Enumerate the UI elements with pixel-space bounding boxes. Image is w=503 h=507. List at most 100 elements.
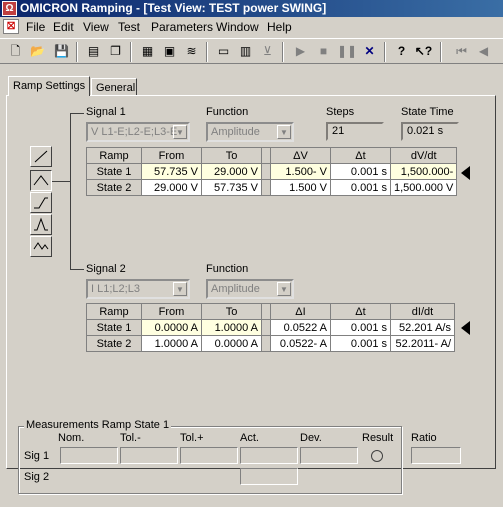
delta-cell[interactable]: 1.500- V xyxy=(270,163,331,180)
dt-cell[interactable]: 0.001 s xyxy=(330,179,391,196)
hardware-config-icon[interactable]: ▭ xyxy=(214,42,233,61)
menu-bar: ⛝ File Edit View Test Parameters Window … xyxy=(0,17,503,37)
dt-cell[interactable]: 0.001 s xyxy=(330,335,391,352)
col-act-label: Act. xyxy=(240,432,259,444)
signal1-select[interactable]: V L1-E;L2-E;L3-E ▼ xyxy=(86,122,190,142)
from-cell[interactable]: 1.0000 A xyxy=(141,335,202,352)
col-ramp: Ramp xyxy=(86,303,142,320)
signal1-table: Ramp From To ΔV Δt dV/dt State 1 57.735 … xyxy=(86,147,458,196)
col-rate: dI/dt xyxy=(390,303,455,320)
rate-cell[interactable]: 52.2011- A/ xyxy=(390,335,455,352)
dt-cell[interactable]: 0.001 s xyxy=(330,163,391,180)
chevron-down-icon: ▼ xyxy=(173,125,187,139)
clear-icon[interactable]: ✕ xyxy=(360,42,379,61)
sig1-row-label: Sig 1 xyxy=(24,450,50,462)
from-cell[interactable]: 57.735 V xyxy=(141,163,202,180)
chevron-down-icon: ▼ xyxy=(277,125,291,139)
menu-file[interactable]: File xyxy=(26,20,45,34)
ratio-label: Ratio xyxy=(411,432,437,444)
window-title: OMICRON Ramping - [Test View: TEST power… xyxy=(20,1,327,15)
signal-bracket xyxy=(70,113,84,270)
col-ramp: Ramp xyxy=(86,147,142,164)
signal2-function-select[interactable]: Amplitude ▼ xyxy=(206,279,294,299)
step-ramp-icon xyxy=(34,197,48,209)
document-icon[interactable]: ⛝ xyxy=(3,19,19,34)
from-cell[interactable]: 29.000 V xyxy=(141,179,202,196)
signal1-function-select[interactable]: Amplitude ▼ xyxy=(206,122,294,142)
signal-view-icon[interactable]: ▣ xyxy=(160,42,179,61)
signal2-label: Signal 2 xyxy=(86,263,126,275)
antenna-icon[interactable]: ⊻ xyxy=(258,42,277,61)
pause-icon[interactable]: ❚❚ xyxy=(337,42,357,61)
delta-cell[interactable]: 0.0522- A xyxy=(270,335,331,352)
to-cell[interactable]: 29.000 V xyxy=(201,163,262,180)
previous-icon[interactable]: ◀ xyxy=(474,42,493,61)
signal2-table: Ramp From To ΔI Δt dI/dt State 1 0.0000 … xyxy=(86,303,455,352)
current-state-marker-icon xyxy=(461,321,470,335)
delta-cell[interactable]: 1.500 V xyxy=(270,179,331,196)
open-folder-icon[interactable]: 📂 xyxy=(28,42,47,61)
row-state: State 1 xyxy=(86,163,142,180)
ramp-shape-linear-button[interactable] xyxy=(30,146,52,167)
report-icon[interactable]: ▤ xyxy=(84,42,103,61)
state-time-label: State Time xyxy=(401,106,454,118)
rate-cell[interactable]: 1,500.000 V xyxy=(389,179,458,196)
rate-cell[interactable]: 1,500.000- xyxy=(389,163,458,180)
delta-cell[interactable]: 0.0522 A xyxy=(270,319,331,336)
waveform-view-icon[interactable]: ≋ xyxy=(182,42,201,61)
col-result-label: Result xyxy=(362,432,394,444)
play-icon[interactable]: ▶ xyxy=(291,42,310,61)
signal2-select[interactable]: I L1;L2;L3 ▼ xyxy=(86,279,190,299)
tab-ramp-settings[interactable]: Ramp Settings xyxy=(8,76,90,96)
save-icon[interactable]: 💾 xyxy=(52,42,71,61)
col-tol-minus-label: Tol.- xyxy=(120,432,141,444)
menu-view[interactable]: View xyxy=(83,20,109,34)
col-dev-label: Dev. xyxy=(300,432,322,444)
col-delta: ΔV xyxy=(270,147,331,164)
dt-cell[interactable]: 0.001 s xyxy=(330,319,391,336)
signal1-function-label: Function xyxy=(206,106,249,118)
col-delta: ΔI xyxy=(270,303,331,320)
ramp-shape-peak-button[interactable] xyxy=(30,214,52,235)
ramp-shape-wave-button[interactable] xyxy=(30,236,52,257)
ramp-shape-step-up-button[interactable] xyxy=(30,192,52,213)
help-icon[interactable]: ? xyxy=(392,42,411,61)
copy-icon[interactable]: ❐ xyxy=(106,42,125,61)
table-row: State 1 57.735 V 29.000 V 1.500- V 0.001… xyxy=(86,163,458,180)
menu-window[interactable]: Window xyxy=(216,20,259,34)
state-time-field[interactable]: 0.021 s xyxy=(401,122,459,141)
omicron-icon: Ω xyxy=(2,1,17,16)
first-icon[interactable]: ⏮ xyxy=(452,42,471,61)
grid-view-icon[interactable]: ▦ xyxy=(138,42,157,61)
sig1-tol-minus-field xyxy=(120,447,178,464)
menu-test[interactable]: Test xyxy=(118,20,140,34)
context-help-icon[interactable]: ↖? xyxy=(414,42,433,61)
chevron-down-icon: ▼ xyxy=(173,282,187,296)
menu-parameters[interactable]: Parameters xyxy=(151,20,213,34)
measure-view-icon[interactable]: ▥ xyxy=(236,42,255,61)
to-cell[interactable]: 0.0000 A xyxy=(201,335,262,352)
toolbar: 🗋 📂 💾 ▤ ❐ ▦ ▣ ≋ ▭ ▥ ⊻ ▶ ■ ❚❚ ✕ ? ↖? ⏮ ◀ xyxy=(0,38,503,64)
col-to: To xyxy=(201,147,262,164)
row-state: State 2 xyxy=(86,335,142,352)
stop-icon[interactable]: ■ xyxy=(314,42,333,61)
table-row: State 1 0.0000 A 1.0000 A 0.0522 A 0.001… xyxy=(86,319,455,336)
sig1-act-field xyxy=(240,447,298,464)
ramp-shape-triangle-button[interactable] xyxy=(30,170,52,191)
from-cell[interactable]: 0.0000 A xyxy=(141,319,202,336)
to-cell[interactable]: 1.0000 A xyxy=(201,319,262,336)
menu-help[interactable]: Help xyxy=(267,20,292,34)
sig2-act-field xyxy=(240,468,298,485)
menu-edit[interactable]: Edit xyxy=(53,20,74,34)
tab-general[interactable]: General xyxy=(91,78,137,96)
wave-ramp-icon xyxy=(33,242,49,250)
new-file-icon[interactable]: 🗋 xyxy=(6,42,25,61)
to-cell[interactable]: 57.735 V xyxy=(201,179,262,196)
peak-ramp-icon xyxy=(34,217,48,231)
steps-field[interactable]: 21 xyxy=(326,122,384,141)
chevron-down-icon: ▼ xyxy=(277,282,291,296)
sig2-row-label: Sig 2 xyxy=(24,471,50,483)
col-dt: Δt xyxy=(330,303,391,320)
table-row: State 2 29.000 V 57.735 V 1.500 V 0.001 … xyxy=(86,179,458,196)
rate-cell[interactable]: 52.201 A/s xyxy=(390,319,455,336)
